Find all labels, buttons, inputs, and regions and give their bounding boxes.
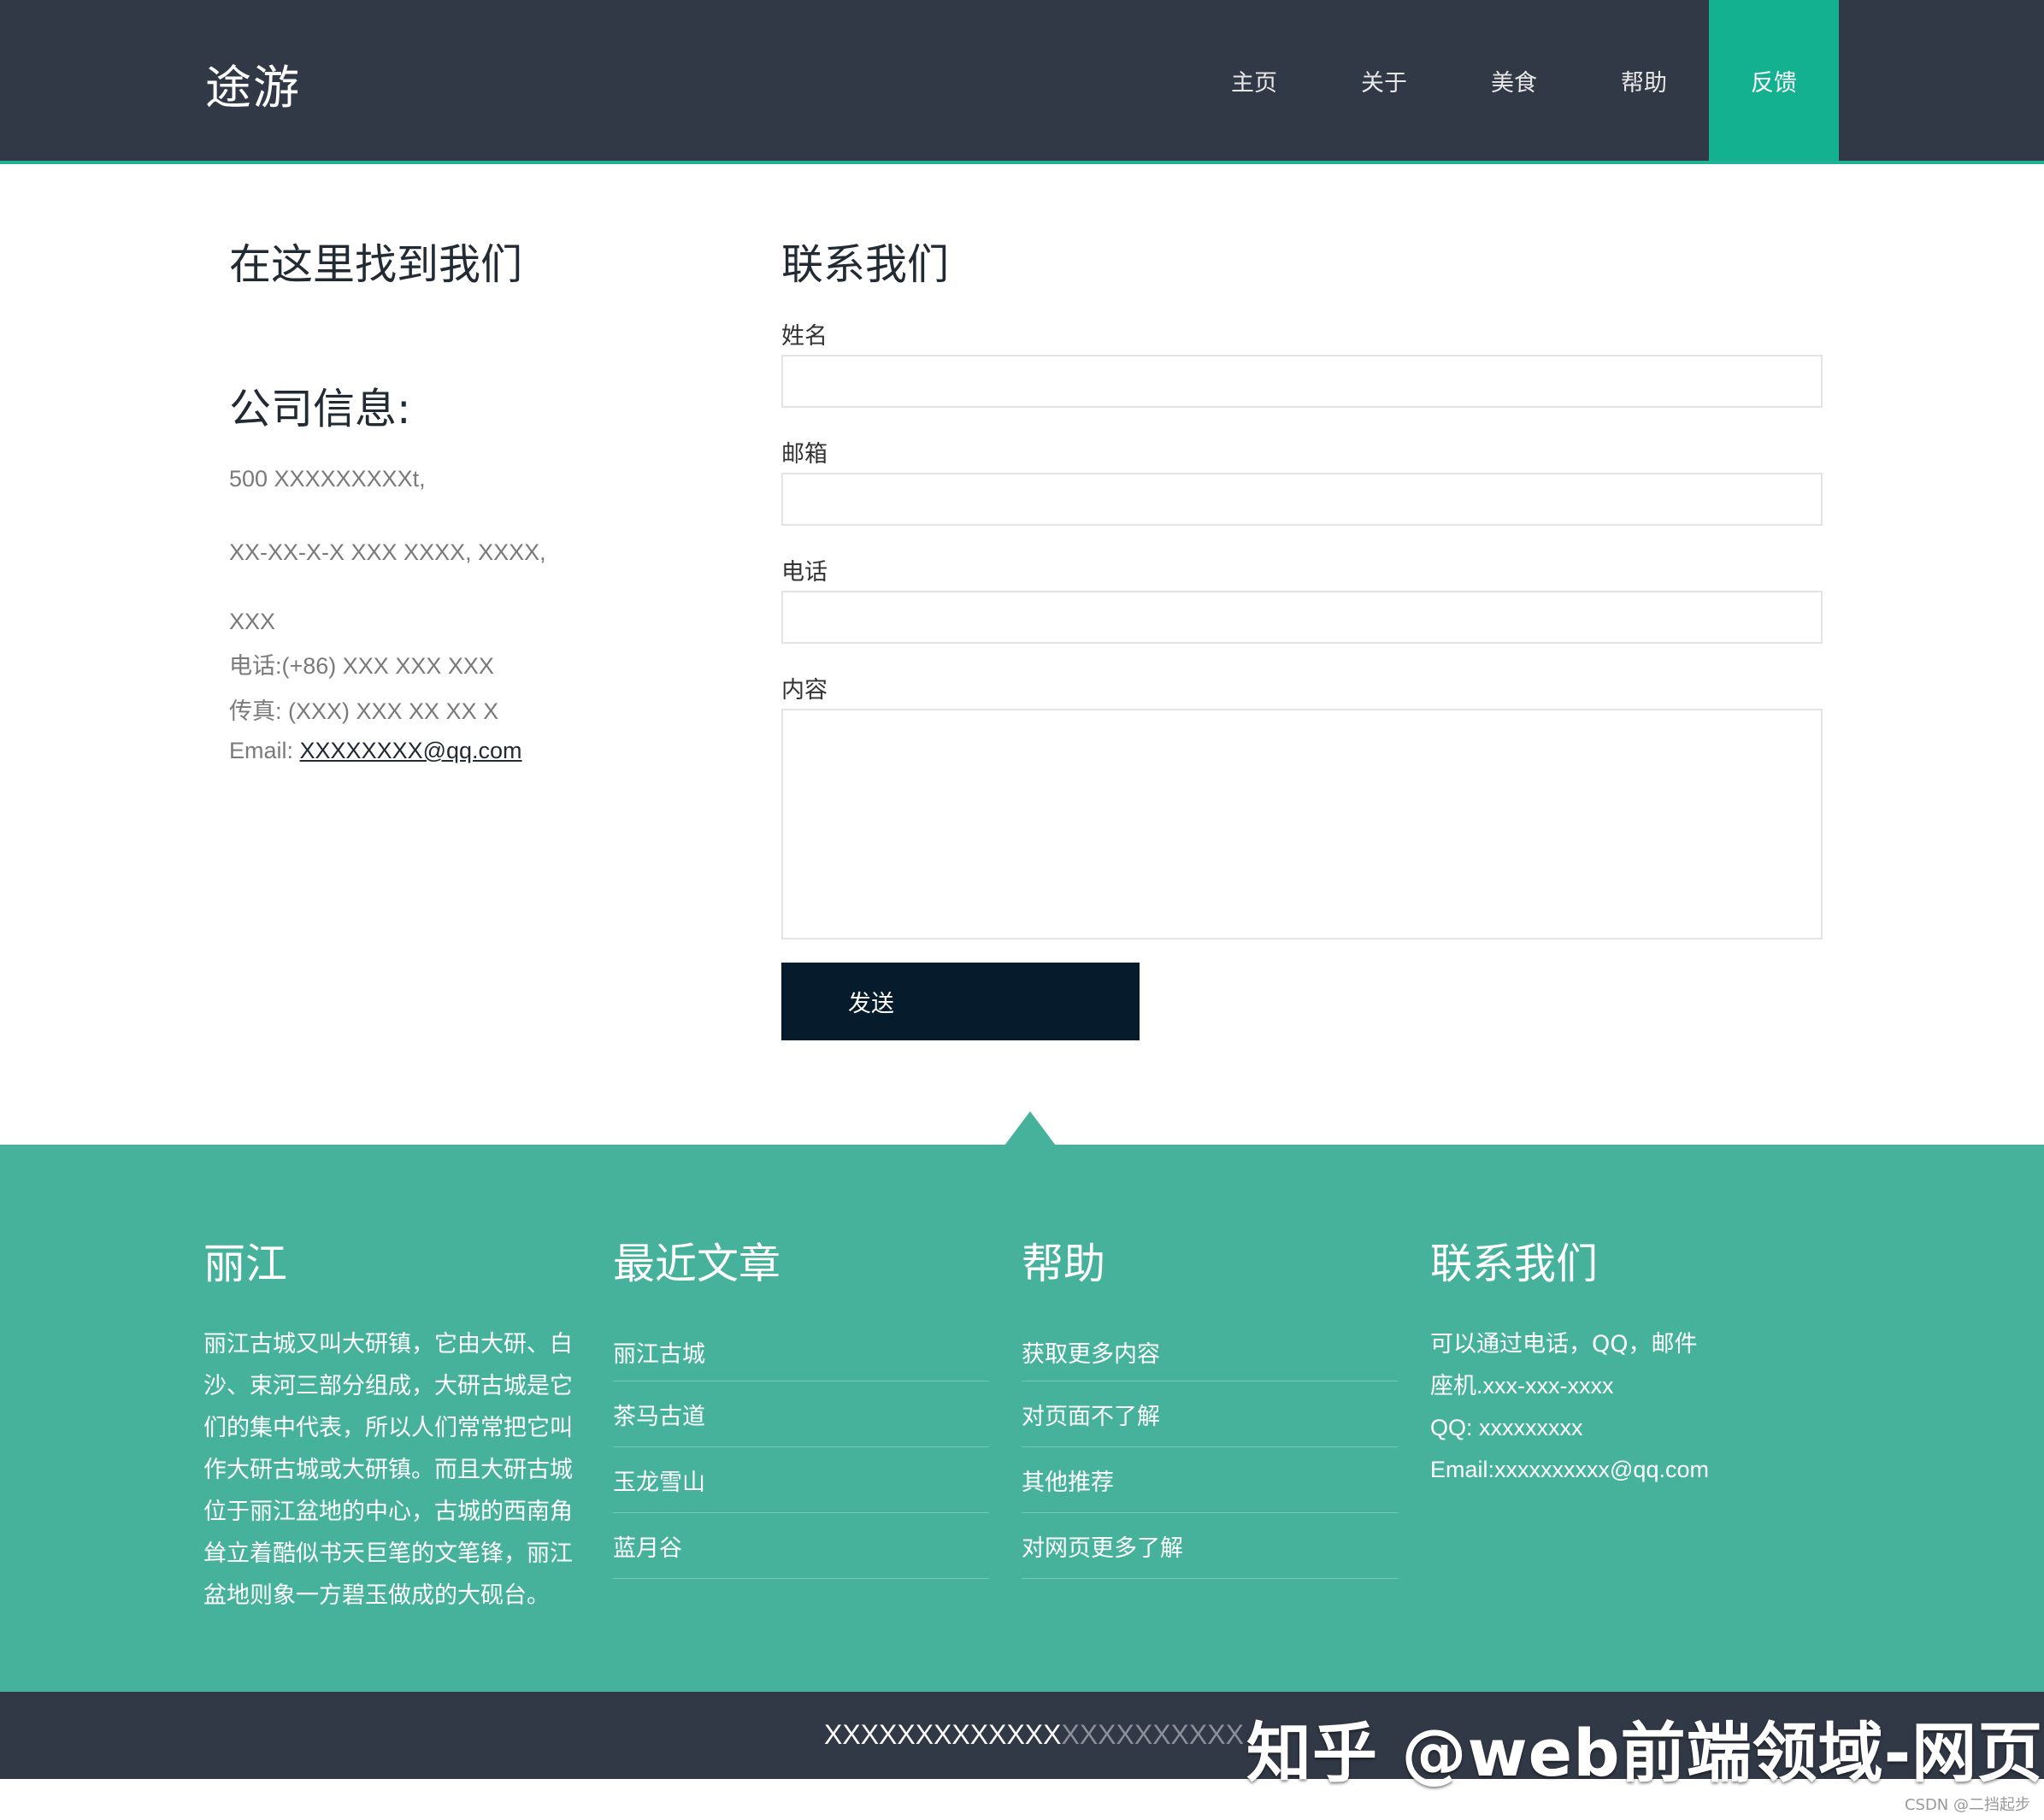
send-button[interactable]: 发送 <box>781 963 1140 1040</box>
email-info: Email: XXXXXXXX@qq.com <box>229 738 708 764</box>
help-list: 获取更多内容 对页面不了解 其他推荐 对网页更多了解 <box>1022 1323 1398 1579</box>
csdn-watermark: CSDN @二挡起步 <box>1904 1796 2030 1814</box>
content-textarea[interactable] <box>781 709 1823 939</box>
content-label: 内容 <box>781 677 828 704</box>
article-link[interactable]: 玉龙雪山 <box>613 1447 989 1513</box>
nav-item-help[interactable]: 帮助 <box>1579 0 1709 161</box>
copyright-text: XXXXXXXXXXXXXXXXXXXXXXX <box>824 1719 1244 1751</box>
article-link[interactable]: 丽江古城 <box>613 1323 989 1381</box>
phone-field[interactable] <box>781 591 1823 644</box>
copyright-bar: XXXXXXXXXXXXXXXXXXXXXXX 知乎 @web前端领域-网页..… <box>0 1692 2044 1791</box>
nav-item-home[interactable]: 主页 <box>1189 0 1319 161</box>
site-logo[interactable]: 途游 <box>205 50 301 117</box>
email-field-label: 邮箱 <box>781 441 828 468</box>
address-line-2: XX-XX-X-X XXX XXXX, XXXX, <box>229 539 546 565</box>
name-field[interactable] <box>781 355 1823 408</box>
lijiang-description: 丽江古城又叫大研镇，它由大研、白沙、束河三部分组成，大研古城是它们的集中代表，所… <box>203 1331 573 1609</box>
nav-item-about[interactable]: 关于 <box>1319 0 1449 161</box>
footer-contact-column: 联系我们 可以通过电话，QQ，邮件 座机.xxx-xxx-xxxx QQ: xx… <box>1430 1230 1841 1491</box>
help-link[interactable]: 获取更多内容 <box>1022 1323 1398 1381</box>
landline-text: 座机.xxx-xxx-xxxx <box>1430 1373 1614 1399</box>
site-header: 途游 主页 关于 美食 帮助 反馈 <box>0 0 2044 164</box>
article-link[interactable]: 茶马古道 <box>613 1381 989 1447</box>
contact-form-heading: 联系我们 <box>781 240 950 289</box>
qq-text: QQ: xxxxxxxxx <box>1430 1415 1583 1440</box>
copyright-part-b: XXXXXXXXXX <box>1061 1719 1244 1750</box>
phone-info: 电话:(+86) XXX XXX XXX <box>229 653 494 679</box>
address-line-3: XXX <box>229 609 276 634</box>
nav-item-food[interactable]: 美食 <box>1449 0 1579 161</box>
email-label: Email: <box>229 738 300 763</box>
recent-articles-list: 丽江古城 茶马古道 玉龙雪山 蓝月谷 <box>613 1323 989 1579</box>
footer-email-text: Email:xxxxxxxxxx@qq.com <box>1430 1457 1709 1482</box>
email-link[interactable]: XXXXXXXX@qq.com <box>300 738 522 763</box>
footer-contact-heading: 联系我们 <box>1430 1240 1599 1288</box>
recent-articles-heading: 最近文章 <box>613 1240 781 1288</box>
contact-info-section: 在这里找到我们 公司信息: 500 XXXXXXXXXt, XX-XX-X-X … <box>229 231 708 764</box>
contact-methods-text: 可以通过电话，QQ，邮件 <box>1430 1331 1698 1358</box>
help-link[interactable]: 其他推荐 <box>1022 1447 1398 1513</box>
footer-recent-articles-column: 最近文章 丽江古城 茶马古道 玉龙雪山 蓝月谷 <box>613 1230 989 1579</box>
site-footer: 丽江 丽江古城又叫大研镇，它由大研、白沙、束河三部分组成，大研古城是它们的集中代… <box>0 1145 2044 1692</box>
footer-about-column: 丽江 丽江古城又叫大研镇，它由大研、白沙、束河三部分组成，大研古城是它们的集中代… <box>203 1230 580 1617</box>
footer-lijiang-heading: 丽江 <box>203 1240 288 1288</box>
phone-label: 电话 <box>781 559 828 586</box>
footer-help-column: 帮助 获取更多内容 对页面不了解 其他推荐 对网页更多了解 <box>1022 1230 1398 1579</box>
email-field[interactable] <box>781 473 1823 526</box>
address-line-1: 500 XXXXXXXXXt, <box>229 466 426 492</box>
article-link[interactable]: 蓝月谷 <box>613 1513 989 1579</box>
contact-form: 联系我们 姓名 邮箱 电话 内容 发送 <box>781 231 1823 1040</box>
help-link[interactable]: 对页面不了解 <box>1022 1381 1398 1447</box>
zhihu-watermark: 知乎 @web前端领域-网页... <box>1246 1715 2044 1791</box>
help-link[interactable]: 对网页更多了解 <box>1022 1513 1398 1579</box>
main-nav: 主页 关于 美食 帮助 反馈 <box>1189 0 1839 161</box>
footer-notch <box>1004 1111 1056 1146</box>
nav-item-feedback[interactable]: 反馈 <box>1709 0 1839 161</box>
fax-info: 传真: (XXX) XXX XX XX X <box>229 698 499 724</box>
find-us-heading: 在这里找到我们 <box>229 240 523 289</box>
copyright-part-a: XXXXXXXXXXXXX <box>824 1719 1062 1750</box>
company-info-heading: 公司信息: <box>229 385 411 433</box>
help-heading: 帮助 <box>1022 1240 1106 1288</box>
name-label: 姓名 <box>781 323 828 350</box>
